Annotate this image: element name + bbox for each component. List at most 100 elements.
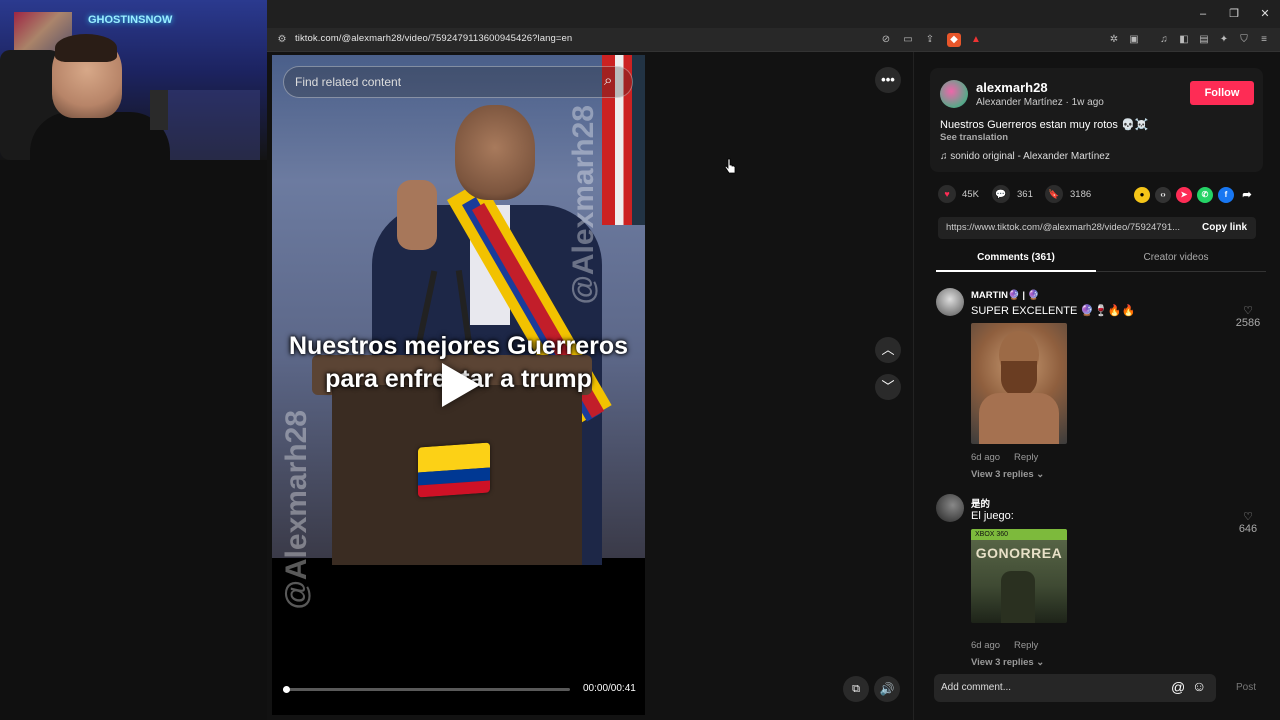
tab-comments[interactable]: Comments (361) — [936, 248, 1096, 272]
webcam-overlay: GHOSTINSNOW — [0, 0, 267, 160]
watermark-bottom: @Alexmarh28 — [280, 410, 313, 610]
extensions-icon[interactable]: ✲ — [1107, 33, 1121, 47]
send-icon[interactable]: ➤ — [1176, 187, 1192, 203]
comment-time: 6d ago — [971, 640, 1001, 651]
save-count: 3186 — [1070, 189, 1092, 200]
caption-line-1: Nuestros mejores Guerreros — [288, 332, 629, 360]
close-window-button[interactable]: ✕ — [1255, 6, 1275, 22]
chevron-down-icon[interactable]: ﹀ — [875, 374, 901, 400]
music-icon[interactable]: ♫ — [1157, 33, 1171, 47]
gold-share-icon[interactable]: ● — [1134, 187, 1150, 203]
creator-avatar[interactable] — [940, 80, 968, 108]
tab-search-icon[interactable]: ▣ — [1127, 33, 1141, 47]
see-translation-link[interactable]: See translation — [940, 132, 1008, 143]
watermark-top: @Alexmarh28 — [567, 105, 600, 305]
site-settings-icon[interactable]: ⚙ — [275, 33, 289, 47]
share-icon[interactable]: ⇪ — [923, 33, 937, 47]
browser-titlebar: – ❐ ✕ — [267, 0, 1280, 28]
progress-knob[interactable] — [283, 686, 290, 693]
comment-text: El juego: — [971, 510, 1014, 522]
add-comment-placeholder: Add comment... — [941, 682, 1012, 693]
follow-button[interactable]: Follow — [1190, 81, 1254, 105]
heart-outline-icon[interactable]: ♡ — [1233, 304, 1263, 317]
details-panel: alexmarh28 Alexander Martínez · 1w ago F… — [913, 52, 1280, 720]
comment-count: 361 — [1017, 189, 1033, 200]
address-bar[interactable]: ⚙ tiktok.com/@alexmarh28/video/759247911… — [267, 28, 1280, 52]
streamer-shirt — [30, 112, 170, 160]
comment-like-count: 646 — [1238, 523, 1258, 535]
raised-hand — [397, 180, 437, 250]
find-related-placeholder: Find related content — [295, 75, 402, 89]
mention-icon[interactable]: @ — [1171, 679, 1185, 695]
bookmark-icon[interactable]: 🔖 — [1045, 185, 1063, 203]
microphone — [150, 90, 168, 130]
view-replies-button[interactable]: View 3 replies ⌄ — [971, 657, 1044, 668]
comment-like[interactable]: ♡ 646 — [1233, 510, 1263, 535]
share-link-box: https://www.tiktok.com/@alexmarh28/video… — [938, 217, 1256, 239]
progress-bar[interactable] — [283, 686, 570, 693]
comment-image[interactable]: XBOX 360 GONORREA — [971, 529, 1067, 623]
neon-sign: GHOSTINSNOW — [88, 14, 173, 26]
volume-icon[interactable]: 🔊 — [874, 676, 900, 702]
sidebar-icon[interactable]: ◧ — [1177, 33, 1191, 47]
comment-like-count: 2586 — [1235, 317, 1261, 329]
comment-like[interactable]: ♡ 2586 — [1233, 304, 1263, 329]
commenter-avatar[interactable] — [936, 288, 964, 316]
search-icon[interactable]: ⌕ — [604, 72, 612, 89]
post-description: Nuestros Guerreros estan muy rotos 💀☠️ — [940, 119, 1149, 131]
commenter-name[interactable]: MARTIN🔮 | 🔮 — [971, 290, 1040, 301]
vpn-icon[interactable]: ⛉ — [1237, 33, 1251, 47]
more-options-icon[interactable]: ••• — [875, 67, 901, 93]
mini-player-icon[interactable]: ⧉ — [843, 676, 869, 702]
sound-name[interactable]: sonido original - Alexander Martínez — [950, 151, 1110, 162]
wallet-icon[interactable]: ▤ — [1197, 33, 1211, 47]
menu-icon[interactable]: ≡ — [1257, 33, 1271, 47]
post-comment-button[interactable]: Post — [1236, 682, 1256, 693]
find-related-search[interactable]: Find related content ⌕ — [283, 66, 633, 98]
creator-display-name[interactable]: Alexander Martínez — [976, 97, 1063, 108]
video-player[interactable]: @Alexmarh28 @Alexmarh28 Nuestros mejores… — [272, 55, 645, 715]
like-icon[interactable]: ♥ — [938, 185, 956, 203]
creator-username[interactable]: alexmarh28 — [976, 80, 1048, 95]
embed-icon[interactable]: ‹› — [1155, 187, 1171, 203]
rewards-icon[interactable]: ▲ — [969, 33, 983, 47]
share-arrow-icon[interactable]: ➦ — [1239, 187, 1255, 203]
commenter-avatar[interactable] — [936, 494, 964, 522]
share-link-text[interactable]: https://www.tiktok.com/@alexmarh28/video… — [946, 222, 1191, 233]
game-title: GONORREA — [975, 545, 1063, 561]
timecode: 00:00/00:41 — [583, 683, 636, 694]
minimize-button[interactable]: – — [1193, 6, 1213, 22]
comment-text: SUPER EXCELENTE 🔮🍷🔥🔥 — [971, 305, 1136, 317]
comment-image[interactable] — [971, 323, 1067, 444]
reply-button[interactable]: Reply — [1014, 452, 1038, 463]
media-off-icon[interactable]: ⊘ — [879, 33, 893, 47]
emoji-icon[interactable]: ☺ — [1192, 678, 1206, 694]
hand-cursor-icon — [724, 158, 736, 174]
whatsapp-icon[interactable]: ✆ — [1197, 187, 1213, 203]
view-replies-button[interactable]: View 3 replies ⌄ — [971, 469, 1044, 480]
maximize-button[interactable]: ❐ — [1224, 6, 1244, 22]
comment-item: MARTIN🔮 | 🔮 SUPER EXCELENTE 🔮🍷🔥🔥 6d ago … — [936, 288, 1266, 488]
creator-subline: Alexander Martínez · 1w ago — [976, 97, 1104, 108]
panel-tabs: Comments (361) Creator videos — [936, 248, 1266, 272]
left-empty-panel — [0, 160, 267, 720]
commenter-name[interactable]: 是的 — [971, 496, 990, 510]
sound-link[interactable]: ♫ sonido original - Alexander Martínez — [940, 151, 1110, 162]
chevron-up-icon[interactable]: ︿ — [875, 337, 901, 363]
brave-shield-icon[interactable]: ◆ — [947, 33, 961, 47]
url-text[interactable]: tiktok.com/@alexmarh28/video/75924791136… — [295, 33, 572, 44]
add-comment-input[interactable]: Add comment... @ ☺ — [934, 674, 1216, 702]
reply-button[interactable]: Reply — [1014, 640, 1038, 651]
cast-icon[interactable]: ▭ — [901, 33, 915, 47]
leo-icon[interactable]: ✦ — [1217, 33, 1231, 47]
comment-item: 是的 El juego: XBOX 360 GONORREA 6d ago Re… — [936, 494, 1266, 668]
comment-icon[interactable]: 💬 — [992, 185, 1010, 203]
facebook-icon[interactable]: f — [1218, 187, 1234, 203]
heart-outline-icon[interactable]: ♡ — [1233, 510, 1263, 523]
xbox-label: XBOX 360 — [971, 529, 1067, 540]
streamer-hair — [55, 34, 117, 62]
tab-creator-videos[interactable]: Creator videos — [1096, 248, 1256, 272]
post-info-card: alexmarh28 Alexander Martínez · 1w ago F… — [930, 68, 1263, 172]
copy-link-button[interactable]: Copy link — [1202, 222, 1247, 233]
play-icon[interactable] — [442, 363, 480, 407]
